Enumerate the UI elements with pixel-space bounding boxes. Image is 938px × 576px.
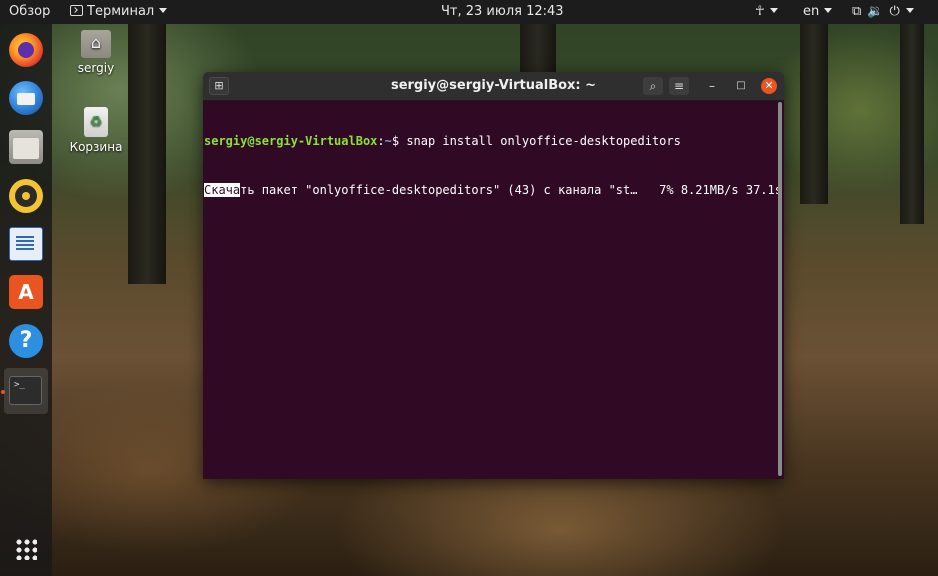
desktop-home-folder[interactable]: sergiy	[66, 30, 126, 75]
help-icon[interactable]	[9, 324, 43, 358]
rhythmbox-icon[interactable]	[9, 179, 43, 213]
terminal-glyph: >_	[9, 376, 42, 405]
trash-label: Корзина	[69, 140, 123, 154]
prompt-symbol: $	[391, 134, 407, 148]
terminal-header-bar[interactable]: sergiy@sergiy-VirtualBox: ~ ⊞ ⌕ ≡ – □ ✕	[203, 72, 784, 101]
accessibility-menu[interactable]: ☥	[755, 0, 778, 24]
output-line: Скачать пакет "onlyoffice-desktopeditors…	[204, 182, 782, 199]
power-icon: ⏻	[889, 4, 900, 19]
terminal-app-icon	[70, 5, 83, 16]
maximize-icon: □	[736, 80, 746, 91]
chevron-down-icon	[769, 8, 778, 13]
scrollbar[interactable]	[778, 102, 782, 476]
dock: >_	[0, 24, 52, 576]
hamburger-menu-icon: ≡	[673, 79, 685, 93]
command-line: sergiy@sergiy-VirtualBox:~$ snap install…	[204, 133, 777, 150]
app-menu-button[interactable]: Терминал	[70, 0, 168, 24]
chevron-down-icon	[905, 8, 914, 13]
new-tab-button[interactable]: ⊞	[209, 77, 229, 95]
minimize-button[interactable]: –	[705, 77, 719, 95]
maximize-button[interactable]: □	[734, 77, 748, 95]
home-folder-icon	[81, 30, 111, 58]
minimize-icon: –	[709, 79, 715, 93]
clock[interactable]: Чт, 23 июля 12:43	[441, 0, 564, 24]
terminal-output[interactable]: sergiy@sergiy-VirtualBox:~$ snap install…	[203, 101, 782, 479]
search-icon: ⌕	[649, 79, 657, 93]
command-text: snap install onlyoffice-desktopeditors	[406, 134, 681, 148]
app-menu-label: Терминал	[87, 4, 155, 19]
prompt-user: sergiy@sergiy-VirtualBox	[204, 134, 378, 148]
terminal-window[interactable]: sergiy@sergiy-VirtualBox: ~ ⊞ ⌕ ≡ – □ ✕ …	[203, 72, 784, 479]
thunderbird-icon[interactable]	[9, 81, 43, 115]
chevron-down-icon	[159, 8, 168, 13]
language-label: en	[803, 4, 820, 19]
wallpaper-tree	[128, 24, 166, 284]
ubuntu-software-icon[interactable]	[9, 275, 43, 309]
prompt-path: ~	[384, 134, 392, 148]
files-icon[interactable]	[9, 130, 43, 164]
top-bar: Обзор Терминал Чт, 23 июля 12:43 ☥ en ⧉ 🔉…	[0, 0, 938, 24]
window-title: sergiy@sergiy-VirtualBox: ~	[390, 78, 597, 93]
desktop-trash[interactable]: Корзина	[64, 107, 128, 154]
menu-button[interactable]: ≡	[669, 77, 689, 95]
trash-icon	[84, 107, 108, 137]
activities-button[interactable]: Обзор	[9, 0, 50, 24]
new-tab-icon: ⊞	[214, 79, 224, 92]
system-menu[interactable]: ⧉ 🔉 ⏻	[852, 0, 920, 24]
keyboard-layout-menu[interactable]: en	[803, 0, 833, 24]
prompt-separator: :	[377, 134, 385, 148]
accessibility-icon: ☥	[755, 4, 765, 19]
wallpaper-tree	[800, 24, 828, 204]
running-indicator	[1, 390, 5, 394]
terminal-icon[interactable]: >_	[4, 368, 48, 414]
search-button[interactable]: ⌕	[643, 77, 663, 95]
libreoffice-writer-icon[interactable]	[9, 227, 43, 261]
network-icon: ⧉	[852, 4, 862, 19]
volume-icon: 🔉	[867, 4, 884, 19]
cursor-highlight: Скача	[204, 183, 241, 197]
show-applications-icon[interactable]	[15, 538, 37, 560]
wallpaper-tree	[900, 24, 924, 224]
download-progress-text: ть пакет "onlyoffice-desktopeditors" (43…	[240, 183, 782, 197]
close-button[interactable]: ✕	[761, 78, 777, 94]
chevron-down-icon	[824, 8, 833, 13]
close-icon: ✕	[764, 79, 774, 92]
firefox-icon[interactable]	[9, 33, 43, 67]
home-folder-label: sergiy	[77, 61, 115, 75]
